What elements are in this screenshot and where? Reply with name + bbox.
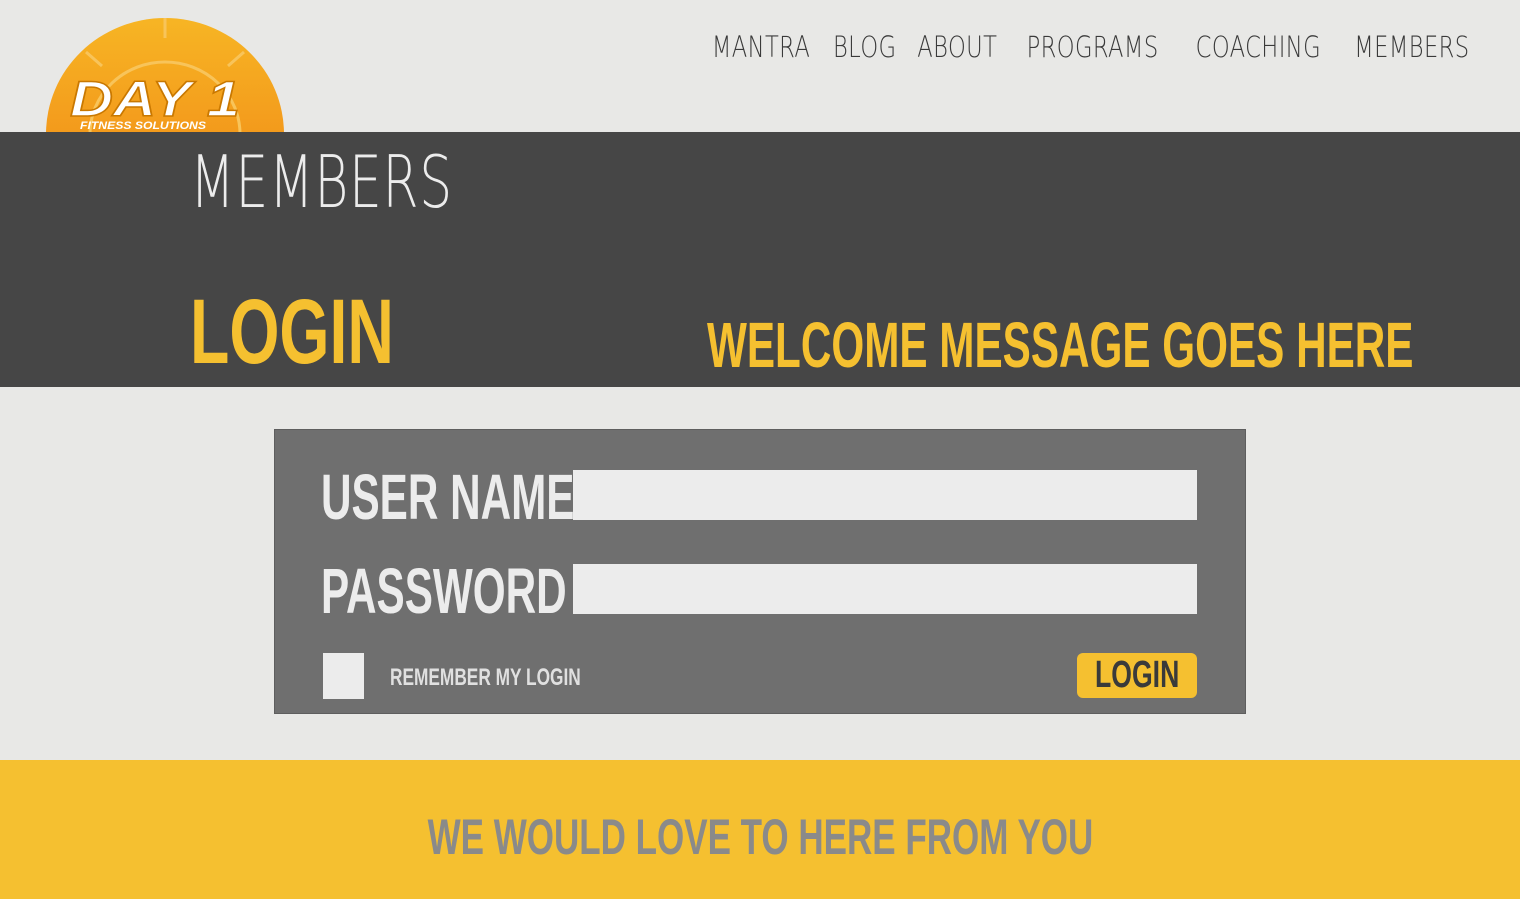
username-label: USER NAME xyxy=(321,461,575,533)
footer-heading-text: WE WOULD LOVE TO HERE FROM YOU xyxy=(427,809,1093,865)
logo-text: DAY 1 xyxy=(70,71,240,127)
remember-checkbox[interactable] xyxy=(323,653,364,699)
login-button-label: LOGIN xyxy=(1094,654,1180,696)
welcome-message: WELCOME MESSAGE GOES HERE xyxy=(707,309,1414,381)
nav-item-blog[interactable]: BLOG xyxy=(833,30,897,64)
page-title: MEMBERS xyxy=(190,140,453,224)
page: DAY 1 FITNESS SOLUTIONS MANTRA BLOG ABOU… xyxy=(0,0,1520,899)
login-button[interactable]: LOGIN xyxy=(1077,653,1197,698)
nav-item-mantra[interactable]: MANTRA xyxy=(712,30,810,64)
nav-item-coaching[interactable]: COACHING xyxy=(1195,30,1320,64)
day1-logo[interactable]: DAY 1 FITNESS SOLUTIONS xyxy=(46,18,284,134)
main-nav: MANTRA BLOG ABOUT PROGRAMS COACHING MEMB… xyxy=(712,30,1472,64)
contact-footer: WE WOULD LOVE TO HERE FROM YOU xyxy=(0,760,1520,899)
page-banner: MEMBERS LOGIN WELCOME MESSAGE GOES HERE xyxy=(0,132,1520,387)
login-heading: LOGIN xyxy=(190,281,394,383)
password-field[interactable] xyxy=(573,564,1197,614)
password-label: PASSWORD xyxy=(321,555,567,627)
nav-item-members[interactable]: MEMBERS xyxy=(1355,30,1470,64)
site-header: DAY 1 FITNESS SOLUTIONS MANTRA BLOG ABOU… xyxy=(0,0,1520,134)
logo-tagline: FITNESS SOLUTIONS xyxy=(80,120,207,132)
nav-item-programs[interactable]: PROGRAMS xyxy=(1027,30,1159,64)
remember-label: REMEMBER MY LOGIN xyxy=(390,664,581,691)
nav-item-about[interactable]: ABOUT xyxy=(917,30,997,64)
username-field[interactable] xyxy=(573,470,1197,520)
login-form: USER NAME PASSWORD REMEMBER MY LOGIN LOG… xyxy=(274,429,1246,714)
footer-heading: WE WOULD LOVE TO HERE FROM YOU xyxy=(0,808,1520,866)
